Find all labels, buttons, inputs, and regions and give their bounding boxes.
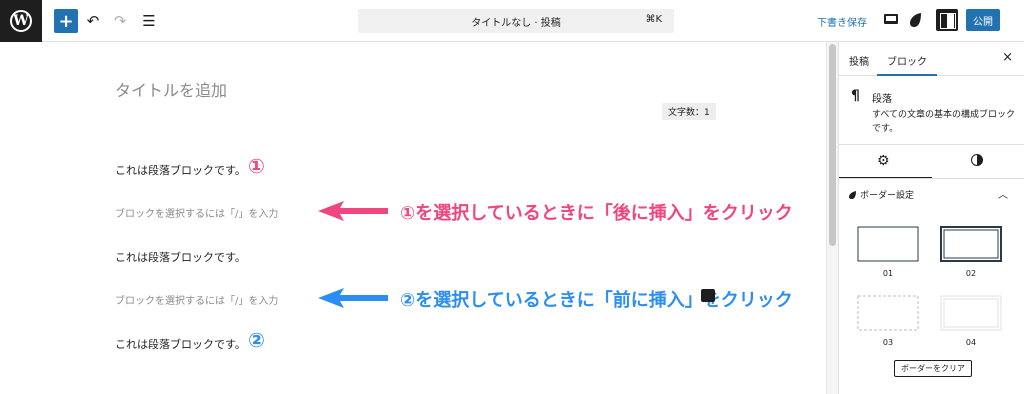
annotation-before-insert: ②を選択しているときに「前に挿入」をクリック: [400, 290, 793, 311]
gear-icon[interactable]: ⚙: [877, 153, 890, 169]
scrollbar-thumb[interactable]: [829, 44, 836, 246]
block-card-description: すべての文章の基本の構成ブロックです。: [872, 110, 1016, 134]
active-tab-indicator: [877, 74, 937, 76]
settings-sidebar: 投稿 ブロック × ¶ 段落 すべての文章の基本の構成ブロックです。 ⚙ ボーダ…: [838, 42, 1024, 394]
shortcut-hint: ⌘K: [645, 14, 662, 25]
paragraph-icon: ¶: [851, 88, 860, 104]
editor-canvas: タイトルを追加 文字数：1 これは段落ブロックです。 ① ブロックを選択するには…: [0, 42, 826, 394]
block-placeholder-2[interactable]: ブロックを選択するには「/」を入力: [115, 292, 278, 307]
sidebar-tabs: 投稿 ブロック ×: [839, 42, 1024, 76]
block-placeholder-1[interactable]: ブロックを選択するには「/」を入力: [115, 205, 278, 220]
border-option-02[interactable]: [940, 226, 1002, 262]
undo-icon[interactable]: ↶: [81, 9, 105, 33]
block-inspector-tabs: ⚙: [839, 144, 1024, 179]
paragraph-block-1[interactable]: これは段落ブロックです。: [115, 162, 246, 178]
border-option-label: 01: [882, 269, 894, 278]
save-draft-button[interactable]: 下書き保存: [817, 14, 867, 29]
settings-toggle-icon[interactable]: [936, 9, 958, 31]
list-view-icon[interactable]: ☰: [137, 9, 161, 33]
command-palette-bar[interactable]: タイトルなし · 投稿 ⌘K: [358, 9, 674, 33]
paragraph-block-2[interactable]: これは段落ブロックです。: [115, 249, 246, 265]
marker-badge-1: ①: [248, 154, 265, 178]
annotation-after-insert: ①を選択しているときに「後に挿入」をクリック: [400, 203, 793, 224]
publish-button[interactable]: 公開: [966, 9, 1000, 31]
editor-top-bar: W + ↶ ↷ ☰ タイトルなし · 投稿 ⌘K 下書き保存 公開: [0, 0, 1024, 42]
device-preview-icon[interactable]: [884, 14, 898, 24]
contrast-icon[interactable]: [971, 154, 983, 166]
arrow-left-pink-icon: [318, 201, 388, 221]
document-title: タイトルなし · 投稿: [471, 18, 561, 29]
border-option-label: 02: [965, 269, 977, 278]
mouse-cursor-icon: [701, 289, 715, 302]
marker-badge-2: ②: [248, 328, 265, 352]
styles-icon: [849, 191, 856, 199]
redo-icon[interactable]: ↷: [108, 9, 132, 33]
character-count-badge: 文字数：1: [662, 103, 716, 120]
clear-border-button[interactable]: ボーダーをクリア: [894, 360, 972, 377]
divider: [839, 178, 1024, 179]
close-icon[interactable]: ×: [1002, 50, 1013, 65]
panel-title[interactable]: ボーダー設定: [860, 188, 914, 201]
tab-block[interactable]: ブロック: [887, 53, 927, 68]
border-option-label: 04: [965, 338, 977, 347]
block-card-title: 段落: [872, 94, 892, 105]
arrow-left-blue-icon: [318, 288, 388, 308]
border-option-label: 03: [882, 338, 894, 347]
styles-icon[interactable]: [909, 12, 925, 28]
border-option-03[interactable]: [857, 295, 919, 331]
wordpress-logo[interactable]: W: [0, 0, 42, 42]
chevron-up-icon[interactable]: ︿: [998, 186, 1008, 201]
paragraph-block-3[interactable]: これは段落ブロックです。: [115, 336, 246, 352]
tab-post[interactable]: 投稿: [849, 53, 869, 68]
add-block-button[interactable]: +: [54, 9, 78, 33]
border-option-01[interactable]: [857, 226, 919, 262]
wordpress-icon: W: [10, 10, 32, 32]
post-title-input[interactable]: タイトルを追加: [115, 77, 227, 101]
border-option-04[interactable]: [940, 295, 1002, 331]
canvas-scrollbar[interactable]: [826, 42, 838, 394]
